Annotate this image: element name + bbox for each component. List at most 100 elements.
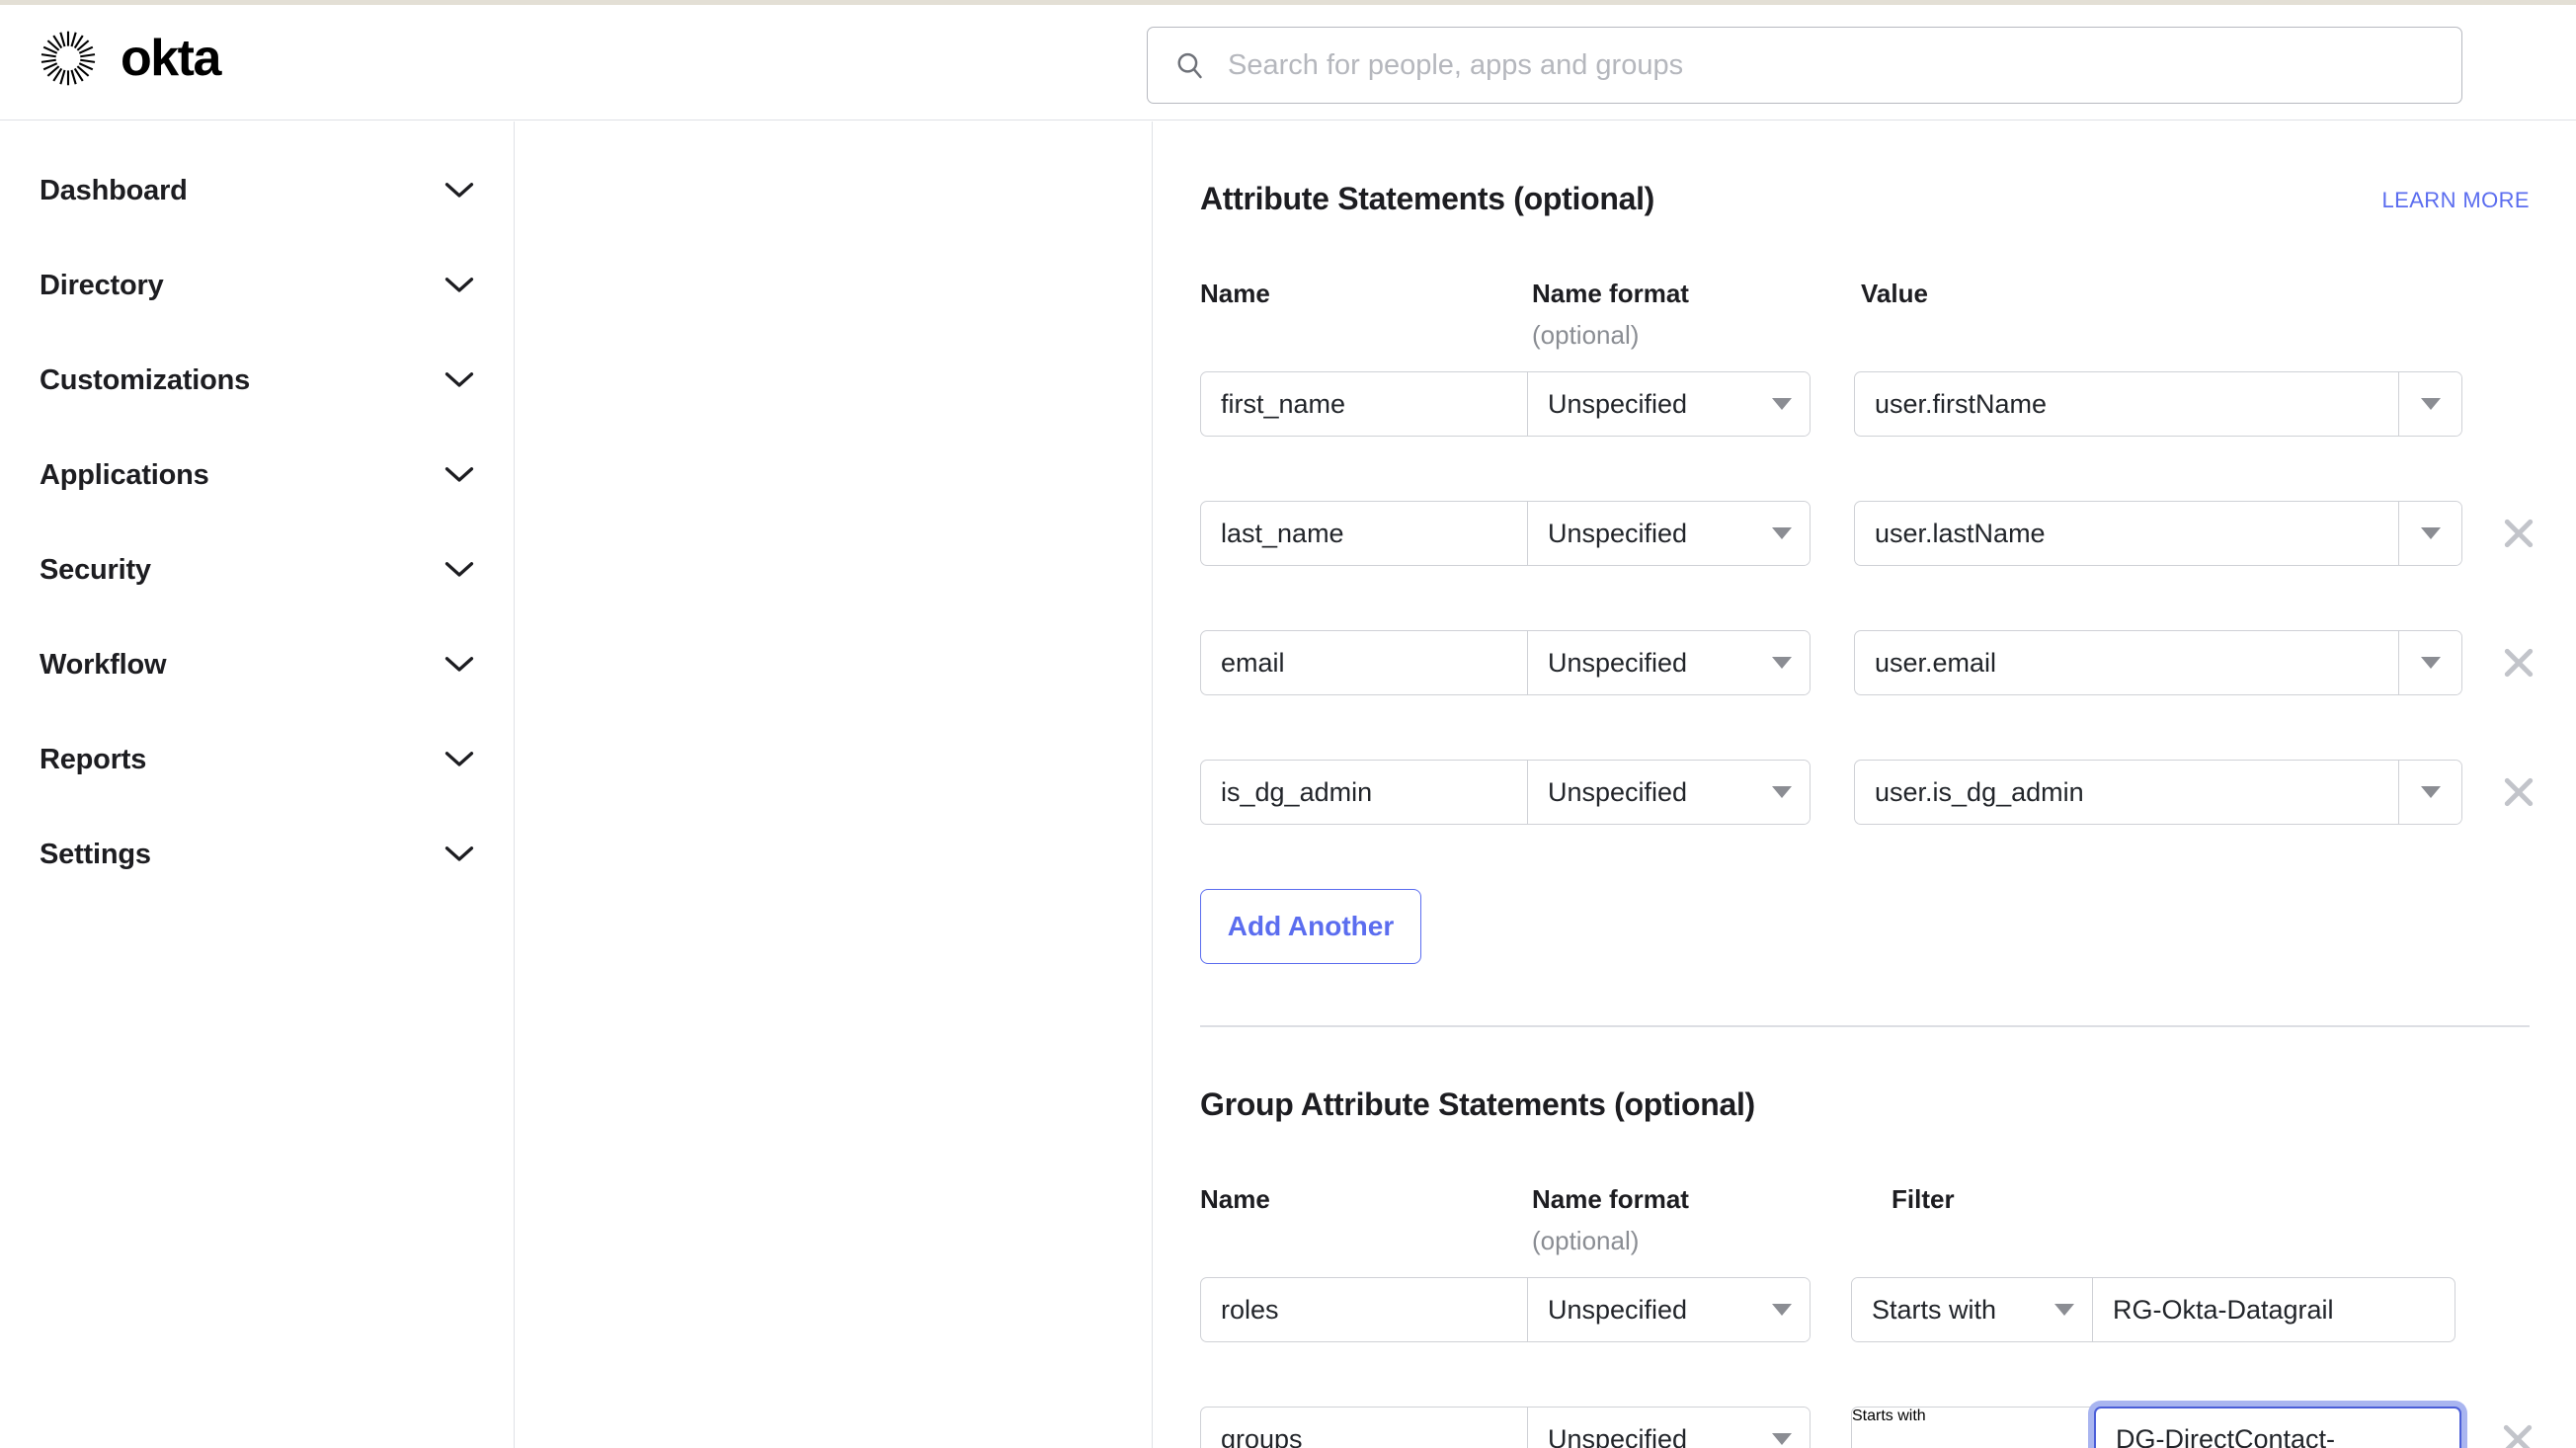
okta-admin-app: okta Dashboard Directory Customizations …: [0, 0, 2576, 1448]
name-format-value: Unspecified: [1548, 388, 1688, 419]
name-format-value: Unspecified: [1548, 647, 1688, 678]
value-dropdown-button[interactable]: [2399, 372, 2461, 436]
attribute-value-input[interactable]: [1855, 372, 2399, 436]
search-icon: [1177, 52, 1202, 78]
attribute-value-input[interactable]: [1855, 761, 2399, 824]
sidebar-item-workflow[interactable]: Workflow: [0, 617, 514, 712]
close-x-icon: [2504, 519, 2534, 548]
sidebar-item-settings[interactable]: Settings: [0, 807, 514, 902]
sidebar-item-applications[interactable]: Applications: [0, 428, 514, 523]
chevron-down-icon: [444, 372, 474, 387]
sidebar-item-label: Reports: [40, 743, 147, 775]
table-row: Unspecified: [1200, 371, 2573, 437]
name-format-select[interactable]: Unspecified: [1528, 502, 1810, 565]
remove-row-button[interactable]: [2495, 1416, 2540, 1448]
row-action-spacer: [2496, 381, 2541, 427]
name-format-select[interactable]: Unspecified: [1528, 631, 1810, 694]
name-format-group: Unspecified: [1200, 1407, 1811, 1448]
group-attribute-statement-rows: Unspecified Starts with: [1200, 1277, 2573, 1448]
value-dropdown-button[interactable]: [2399, 761, 2461, 824]
column-header-filter: Filter: [1892, 1184, 1955, 1214]
group-name-input[interactable]: [1201, 1408, 1527, 1448]
close-x-icon: [2503, 1424, 2533, 1448]
attribute-name-input[interactable]: [1201, 372, 1527, 436]
remove-row-button[interactable]: [2496, 640, 2541, 685]
close-x-icon: [2504, 777, 2534, 807]
attribute-name-input[interactable]: [1201, 502, 1527, 565]
sidebar-item-dashboard[interactable]: Dashboard: [0, 143, 514, 238]
add-another-button[interactable]: Add Another: [1200, 889, 1421, 964]
group-section-title: Group Attribute Statements (optional): [1200, 1086, 1755, 1122]
sidebar-item-customizations[interactable]: Customizations: [0, 333, 514, 428]
main-content: Attribute Statements (optional) LEARN MO…: [1154, 121, 2576, 1448]
filter-value-input[interactable]: [2096, 1409, 2459, 1448]
filter-operator-select[interactable]: Starts with: [1852, 1408, 2095, 1448]
sidebar-item-label: Dashboard: [40, 174, 188, 206]
remove-row-button[interactable]: [2496, 511, 2541, 556]
value-group: [1854, 760, 2462, 825]
attribute-value-input[interactable]: [1855, 502, 2399, 565]
app-header: okta: [0, 5, 2576, 121]
attribute-name-input[interactable]: [1201, 761, 1527, 824]
remove-row-button[interactable]: [2496, 769, 2541, 815]
chevron-down-icon: [444, 846, 474, 861]
row-action-spacer: [2489, 1287, 2535, 1332]
column-header-name-format-optional: (optional): [1532, 1226, 1640, 1255]
caret-down-icon: [2420, 786, 2441, 798]
okta-brand[interactable]: okta: [38, 28, 221, 89]
name-format-value: Unspecified: [1548, 776, 1688, 807]
sidebar-item-reports[interactable]: Reports: [0, 712, 514, 807]
sidebar-item-label: Applications: [40, 458, 209, 491]
attribute-name-input[interactable]: [1201, 631, 1527, 694]
caret-down-icon: [1772, 657, 1792, 669]
name-format-group: Unspecified: [1200, 501, 1811, 566]
close-x-icon: [2504, 648, 2534, 678]
group-name-input[interactable]: [1201, 1278, 1527, 1341]
table-row: Unspecified: [1200, 630, 2573, 695]
name-format-select[interactable]: Unspecified: [1528, 761, 1810, 824]
sidebar-item-label: Security: [40, 553, 151, 586]
group-column-headers: Name Name format (optional) Filter: [1200, 1184, 2530, 1263]
caret-down-icon: [1772, 1304, 1792, 1316]
value-dropdown-button[interactable]: [2399, 502, 2461, 565]
filter-value-focused-field[interactable]: [2094, 1407, 2461, 1448]
section-divider: [1200, 1025, 2530, 1027]
caret-down-icon: [2054, 1304, 2074, 1316]
caret-down-icon: [1772, 786, 1792, 798]
page-title: Attribute Statements (optional): [1200, 181, 1655, 216]
table-row: Unspecified Starts with: [1200, 1277, 2573, 1342]
sidebar-item-directory[interactable]: Directory: [0, 238, 514, 333]
search-input[interactable]: [1228, 40, 2393, 90]
caret-down-icon: [2420, 527, 2441, 539]
name-format-group: Unspecified: [1200, 1277, 1811, 1342]
table-row: Unspecified Starts with: [1200, 1407, 2573, 1448]
attribute-value-input[interactable]: [1855, 631, 2399, 694]
column-header-name-format: Name format: [1532, 1184, 1689, 1214]
name-format-select[interactable]: Unspecified: [1528, 1278, 1810, 1341]
learn-more-link[interactable]: LEARN MORE: [2382, 188, 2530, 213]
sidebar-item-label: Directory: [40, 269, 164, 301]
chevron-down-icon: [444, 752, 474, 766]
table-row: Unspecified: [1200, 760, 2573, 825]
caret-down-icon: [1772, 398, 1792, 410]
attribute-statements-header: Attribute Statements (optional) LEARN MO…: [1200, 181, 2530, 226]
sidebar-item-security[interactable]: Security: [0, 523, 514, 617]
okta-burst-icon: [40, 31, 96, 86]
filter-operator-select[interactable]: Starts with: [1852, 1278, 2092, 1341]
caret-down-icon: [2420, 657, 2441, 669]
name-format-select[interactable]: Unspecified: [1528, 1408, 1810, 1448]
sidebar-item-label: Workflow: [40, 648, 167, 681]
value-dropdown-button[interactable]: [2399, 631, 2461, 694]
name-format-group: Unspecified: [1200, 630, 1811, 695]
value-group: [1854, 501, 2462, 566]
chevron-down-icon: [444, 183, 474, 198]
chevron-down-icon: [444, 657, 474, 672]
caret-down-icon: [1951, 1408, 1972, 1424]
chevron-down-icon: [444, 562, 474, 577]
column-header-name: Name: [1200, 279, 1270, 308]
global-search[interactable]: [1147, 27, 2462, 104]
primary-sidebar: Dashboard Directory Customizations Appli…: [0, 121, 515, 1448]
caret-down-icon: [1772, 1433, 1792, 1445]
name-format-select[interactable]: Unspecified: [1528, 372, 1810, 436]
filter-value-input[interactable]: [2093, 1278, 2455, 1341]
